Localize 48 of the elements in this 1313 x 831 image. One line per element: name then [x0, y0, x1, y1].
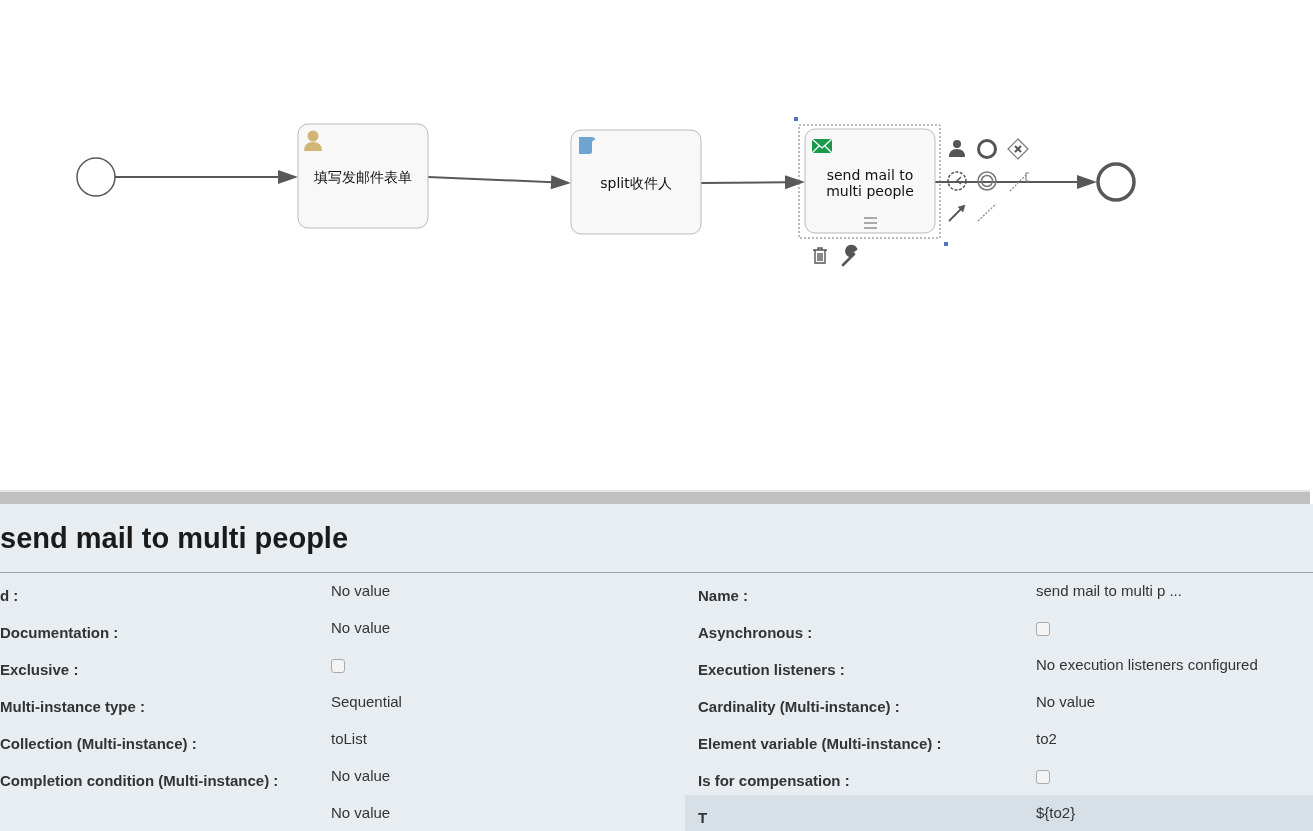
property-value[interactable]: No value [1036, 693, 1096, 710]
task-box[interactable] [297, 123, 429, 229]
scroll-icon [579, 137, 595, 154]
property-label: Collection (Multi-instance) : [0, 735, 197, 752]
timer-icon[interactable] [947, 171, 967, 191]
task-label: split收件人 [600, 175, 672, 191]
property-label: Name : [698, 587, 749, 604]
property-label: Execution listeners : [698, 661, 845, 678]
task-label: 填写发邮件表单 [314, 169, 412, 185]
property-value[interactable]: to2 [1036, 730, 1057, 747]
property-value[interactable]: Sequential [331, 693, 402, 710]
property-label: T [698, 809, 708, 826]
double-circle-icon[interactable] [977, 171, 997, 191]
checkbox[interactable] [331, 659, 345, 673]
wrench-icon[interactable] [841, 244, 858, 267]
property-label: Is for compensation : [698, 772, 850, 789]
resize-handle[interactable] [794, 117, 798, 121]
task-label: send mail to multi people [826, 167, 914, 199]
checkbox[interactable] [1036, 770, 1050, 784]
property-value[interactable]: ${to2} [1036, 804, 1076, 821]
gateway-icon[interactable] [1007, 138, 1029, 160]
person-icon [304, 130, 322, 151]
property-label: Multi-instance type : [0, 698, 145, 715]
arrow-icon[interactable] [948, 204, 966, 222]
property-value[interactable]: No value [331, 619, 391, 636]
property-value[interactable]: No value [331, 582, 391, 599]
checkbox[interactable] [1036, 622, 1050, 636]
envelope-icon [811, 138, 833, 154]
property-value[interactable]: send mail to multi p ... [1036, 582, 1182, 599]
start-event[interactable] [76, 157, 116, 197]
person-icon[interactable] [949, 140, 965, 157]
property-value[interactable]: No execution listeners configured [1036, 656, 1258, 673]
property-value[interactable]: No value [331, 767, 391, 784]
property-value[interactable]: toList [331, 730, 367, 747]
property-label: Asynchronous : [698, 624, 813, 641]
circle-icon[interactable] [977, 139, 997, 159]
resize-handle[interactable] [944, 242, 948, 246]
property-label: Cardinality (Multi-instance) : [698, 698, 900, 715]
end-event[interactable] [1096, 162, 1136, 202]
association-icon[interactable] [1009, 172, 1030, 192]
property-label: Element variable (Multi-instance) : [698, 735, 942, 752]
trash-icon[interactable] [812, 247, 828, 264]
panel-title: send mail to multi people [0, 504, 1313, 573]
property-label: d : [0, 587, 19, 604]
property-label: Documentation : [0, 624, 119, 641]
property-value[interactable]: No value [331, 804, 391, 821]
property-label: Completion condition (Multi-instance) : [0, 772, 279, 789]
property-label: Exclusive : [0, 661, 79, 678]
